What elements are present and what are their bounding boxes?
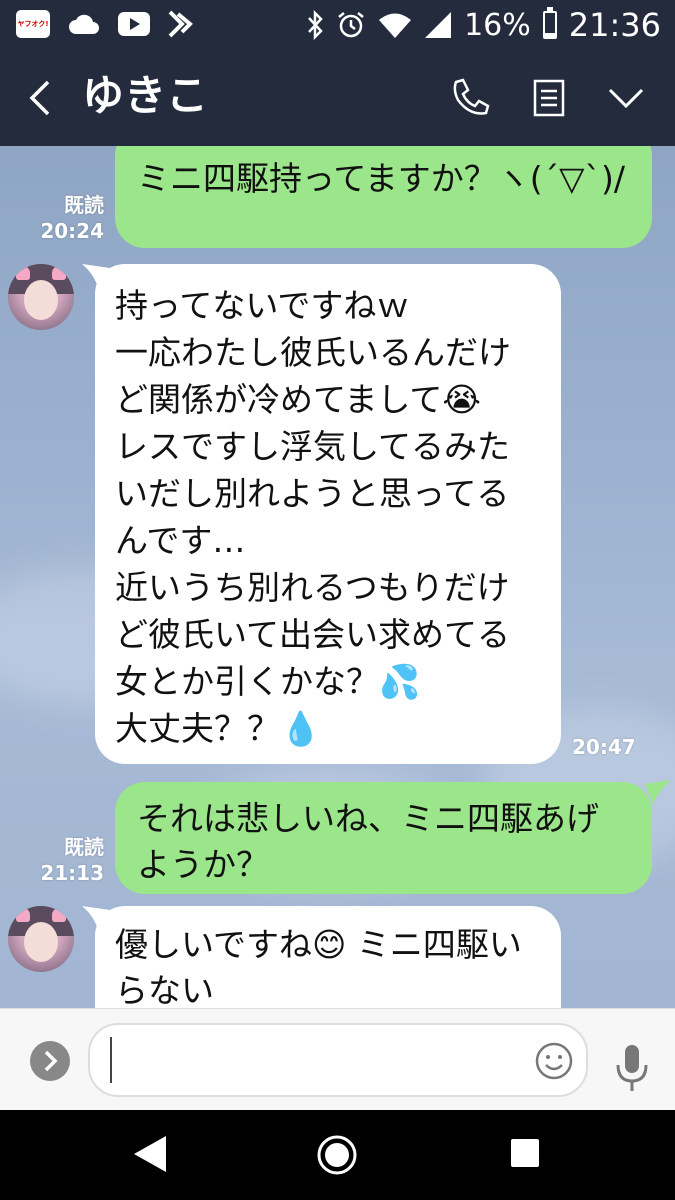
message-bubble[interactable]: ミニ四駆持ってますか？ヽ(´▽`)/ <box>115 146 652 248</box>
read-receipt: 既読 <box>64 835 104 859</box>
emoji-icon[interactable] <box>534 1041 574 1081</box>
message-bubble[interactable]: それは悲しいね、ミニ四駆あげようか？ <box>115 782 652 894</box>
alarm-icon <box>338 12 364 38</box>
message-time: 20:47 <box>572 735 636 759</box>
phone-icon[interactable] <box>448 76 492 120</box>
bubble-tail <box>645 780 671 804</box>
chat-area[interactable]: 既読 20:24 ミニ四駆持ってますか？ヽ(´▽`)/ 持ってないですねｗ 一応… <box>0 146 675 1008</box>
check-app-icon <box>168 10 193 38</box>
cloud-icon <box>69 14 99 34</box>
message-input[interactable] <box>88 1023 588 1097</box>
message-bubble[interactable]: 優しいですね😊 ミニ四駆いらない <box>95 906 561 1008</box>
wifi-icon <box>379 13 412 38</box>
message-bubble[interactable]: 持ってないですねｗ 一応わたし彼氏いるんだけど関係が冷めてまして😭 レスですし浮… <box>95 264 561 764</box>
youtube-icon <box>118 12 150 36</box>
nav-home-icon[interactable] <box>316 1134 358 1176</box>
notes-icon[interactable] <box>527 76 571 120</box>
signal-icon <box>425 12 452 38</box>
back-chevron-icon[interactable] <box>24 78 60 118</box>
message-input-bar <box>0 1008 675 1111</box>
clock: 21:36 <box>568 6 661 44</box>
nav-recents-icon[interactable] <box>510 1138 540 1168</box>
system-navigation-bar <box>0 1110 675 1200</box>
battery-percent: 16% <box>464 7 531 43</box>
expand-menu-button[interactable] <box>30 1041 70 1081</box>
battery-icon <box>542 7 557 39</box>
bluetooth-icon <box>308 10 323 40</box>
microphone-icon[interactable] <box>612 1043 652 1093</box>
avatar[interactable] <box>8 906 74 972</box>
page-title: ゆきこ <box>82 71 209 120</box>
system-icons: 16% 21:36 <box>306 6 661 44</box>
yahoo-auction-icon: ヤフオク! <box>16 10 50 38</box>
notification-icons: ヤフオク! <box>16 10 194 38</box>
message-meta: 既読 21:13 <box>28 834 104 886</box>
nav-back-icon[interactable] <box>132 1134 168 1174</box>
avatar[interactable] <box>8 264 74 330</box>
chat-header: ゆきこ <box>0 50 675 146</box>
read-receipt: 既読 <box>64 193 104 217</box>
chevron-right-icon <box>44 1050 58 1072</box>
chevron-down-icon[interactable] <box>604 76 648 120</box>
text-caret <box>110 1037 112 1083</box>
message-time: 21:13 <box>40 861 104 885</box>
message-time: 20:24 <box>40 219 104 243</box>
message-meta: 既読 20:24 <box>28 192 104 244</box>
status-bar: ヤフオク! 16% 21:36 <box>0 0 675 50</box>
